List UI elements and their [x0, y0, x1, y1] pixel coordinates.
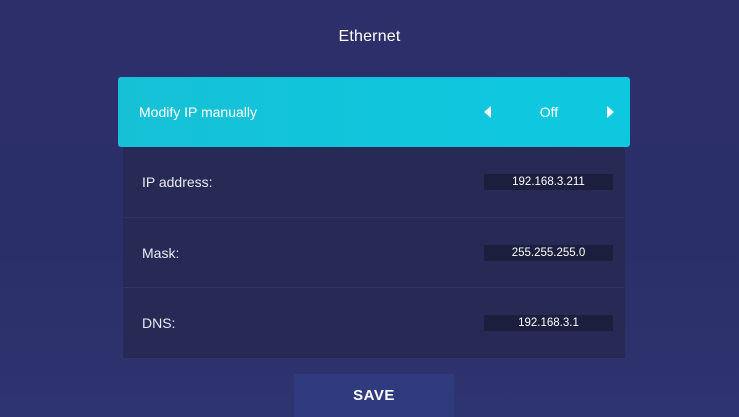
ethernet-settings-screen: Ethernet Modify IP manually Off IP addre… [0, 0, 739, 417]
ip-address-label: IP address: [142, 174, 213, 190]
mask-label: Mask: [142, 244, 180, 261]
ip-mode-selector[interactable]: Off [484, 104, 614, 120]
modify-ip-manually-row[interactable]: Modify IP manually Off [118, 77, 630, 147]
ip-address-field[interactable]: 192.168.3.211 [484, 174, 613, 190]
left-triangle-icon[interactable] [484, 106, 491, 118]
modify-ip-manually-label: Modify IP manually [139, 104, 258, 120]
mask-row: Mask: 255.255.255.0 [123, 217, 625, 287]
page-title: Ethernet [338, 28, 401, 45]
dns-field[interactable]: 192.168.3.1 [484, 314, 613, 331]
ip-address-row: IP address: 192.168.3.211 [123, 147, 625, 217]
ip-mode-value: Off [539, 104, 559, 120]
right-triangle-icon[interactable] [606, 106, 614, 118]
dns-row: DNS: 192.168.3.1 [123, 287, 625, 357]
mask-field[interactable]: 255.255.255.0 [484, 244, 613, 261]
dns-label: DNS: [142, 314, 176, 331]
save-button[interactable]: SAVE [294, 374, 454, 417]
